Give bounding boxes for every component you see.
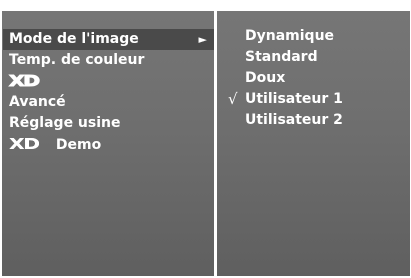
main-menu-panel: Mode de l'image ► Temp. de couleur XD Av…: [2, 11, 214, 276]
option-utilisateur-1[interactable]: Utilisateur 1: [245, 89, 343, 110]
xd-logo-icon: XD: [9, 135, 40, 153]
menu-item-label: Avancé: [9, 94, 66, 110]
menu-item-temp-couleur[interactable]: Temp. de couleur: [9, 50, 209, 71]
menu-item-avance[interactable]: Avancé: [9, 92, 209, 113]
xd-logo-icon: XD: [8, 72, 40, 91]
menu-item-xd-demo[interactable]: XD Demo: [9, 134, 209, 155]
menu-item-label: Temp. de couleur: [9, 52, 145, 68]
option-dynamique[interactable]: Dynamique: [245, 26, 334, 47]
menu-item-xd[interactable]: XD: [8, 71, 209, 92]
check-mark-icon: √: [228, 90, 238, 108]
menu-item-label: Réglage usine: [9, 115, 121, 131]
option-standard[interactable]: Standard: [245, 47, 318, 68]
tv-osd-picture-menu: Mode de l'image ► Temp. de couleur XD Av…: [1, 0, 411, 278]
submenu-panel: Dynamique Standard Doux √ Utilisateur 1 …: [217, 11, 410, 276]
option-utilisateur-2[interactable]: Utilisateur 2: [245, 110, 343, 131]
menu-item-reglage-usine[interactable]: Réglage usine: [9, 113, 209, 134]
menu-item-mode-image[interactable]: Mode de l'image ►: [3, 29, 214, 50]
menu-item-label: Demo: [55, 137, 102, 153]
option-doux[interactable]: Doux: [245, 68, 285, 89]
menu-item-label: Mode de l'image: [9, 31, 139, 47]
right-arrow-icon: ►: [198, 33, 207, 46]
